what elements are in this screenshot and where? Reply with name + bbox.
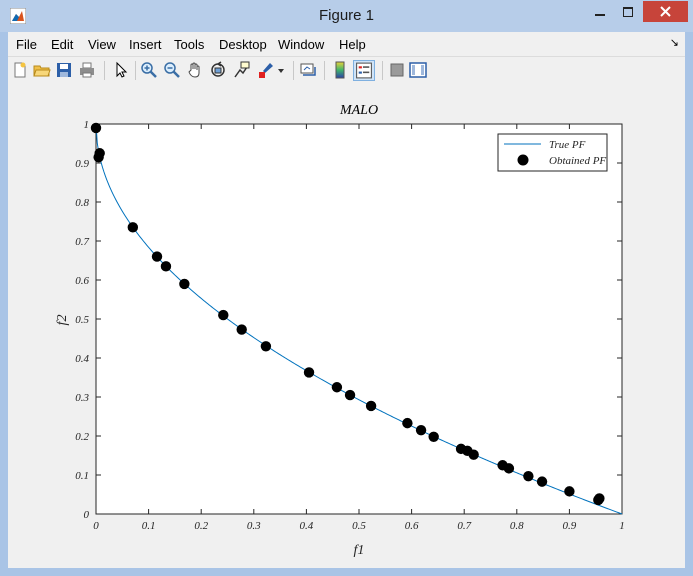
y-tick-label: 0.6 [75,275,89,287]
obtained-pf-point [94,148,105,159]
x-tick-label: 0.2 [194,520,208,532]
x-tick-label: 0.9 [563,520,577,532]
brush-icon[interactable] [257,61,275,79]
legend-icon [356,62,372,79]
plot-svg: 0 0.1 0.2 0.3 0.4 0.5 0.6 0.7 0.8 0.9 1 0 0.1 0.2 0.3 0… [55,103,625,558]
legend-marker-swatch [517,154,529,166]
obtained-pf-point [468,449,479,460]
figure-canvas: 0 0.1 0.2 0.3 0.4 0.5 0.6 0.7 0.8 0.9 1 0 0.1 0.2 0.3 0… [8,84,685,568]
y-tick-label: 1 [84,119,90,131]
x-tick-label: 0.7 [457,520,471,532]
obtained-pf-point [536,476,548,487]
pan-hand-icon[interactable] [186,61,204,79]
legend-label-true-pf: True PF [549,139,586,151]
obtained-pf-point [260,341,272,352]
edit-plot-arrow-icon[interactable] [111,61,129,79]
obtained-pf-point [503,463,515,474]
y-tick-label: 0.2 [75,431,89,443]
maximize-button[interactable] [614,1,642,22]
print-icon[interactable] [78,61,96,79]
y-tick-label: 0.7 [75,236,89,248]
obtained-pf-point [402,417,413,429]
chart-title: MALO [339,103,378,118]
obtained-pf-point [564,486,575,497]
obtained-pf-point [179,278,190,290]
y-tick-label: 0.3 [75,392,89,404]
x-tick-label: 0.8 [510,520,524,532]
y-tick-label: 0.4 [75,353,89,365]
menu-tools[interactable]: Tools [174,37,204,52]
title-bar[interactable]: Figure 1 [0,0,693,32]
new-figure-icon[interactable] [11,61,29,79]
x-axis-label: f1 [354,543,365,558]
axes-box[interactable] [95,123,623,515]
y-tick-label: 0.9 [75,158,89,170]
matlab-figure-window: Figure 1 File Edit View Insert Tools Des… [0,0,693,576]
data-cursor-icon[interactable] [233,61,251,79]
colorbar-icon[interactable] [331,61,349,79]
obtained-pf-point [415,424,427,436]
menu-bar: File Edit View Insert Tools Desktop Wind… [8,32,685,56]
save-icon[interactable] [55,61,73,79]
obtained-pf-point [331,382,343,393]
menu-dock-arrow-icon[interactable]: ↘ [670,36,679,49]
y-tick-label: 0.5 [75,314,89,326]
x-tick-label: 0.5 [352,520,366,532]
menu-desktop[interactable]: Desktop [219,37,267,52]
menu-edit[interactable]: Edit [51,37,73,52]
y-tick-label: 0.8 [75,197,89,209]
obtained-pf-point [160,261,172,272]
hide-plot-tools-icon[interactable] [388,61,406,79]
minimize-icon [595,13,605,16]
toolbar-separator [135,61,136,80]
close-button[interactable] [643,1,688,22]
obtained-pf-point [523,470,534,482]
obtained-pf-point [218,309,229,321]
rotate-3d-icon[interactable] [209,61,227,79]
y-axis-label: f2 [55,315,70,326]
obtained-pf-point [151,251,163,262]
brush-dropdown-icon[interactable] [276,61,286,79]
menu-window[interactable]: Window [278,37,324,52]
open-file-icon[interactable] [33,61,51,79]
figure-toolbar [8,56,685,85]
x-tick-label: 0.6 [405,520,419,532]
menu-help[interactable]: Help [339,37,366,52]
y-tick-label: 0.1 [75,470,89,482]
toolbar-separator [293,61,294,80]
maximize-icon [623,6,633,17]
legend-label-obtained-pf: Obtained PF [549,155,606,167]
link-plot-icon[interactable] [299,61,317,79]
x-tick-label: 0.3 [247,520,261,532]
toolbar-separator [324,61,325,80]
toolbar-separator [104,61,105,80]
obtained-pf-point [90,122,102,134]
zoom-out-icon[interactable] [163,61,181,79]
x-tick-label: 0.1 [142,520,156,532]
obtained-pf-point [428,431,439,442]
x-tick-label: 1 [619,520,625,532]
obtained-pf-point [344,389,356,401]
x-tick-label: 0 [93,520,99,532]
close-icon [660,6,671,17]
legend[interactable]: True PF Obtained PF [497,133,608,172]
show-plot-tools-icon[interactable] [409,61,427,79]
x-tick-label: 0.4 [300,520,314,532]
menu-insert[interactable]: Insert [129,37,162,52]
obtained-pf-point [127,222,139,233]
minimize-button[interactable] [586,1,614,22]
obtained-pf-point [236,324,247,335]
y-tick-label: 0 [84,509,90,521]
obtained-pf-point [594,493,605,504]
zoom-in-icon[interactable] [140,61,158,79]
toolbar-separator [382,61,383,80]
legend-button[interactable] [353,60,375,81]
menu-file[interactable]: File [16,37,37,52]
obtained-pf-point [303,367,315,378]
obtained-pf-point [365,400,377,412]
menu-view[interactable]: View [88,37,116,52]
